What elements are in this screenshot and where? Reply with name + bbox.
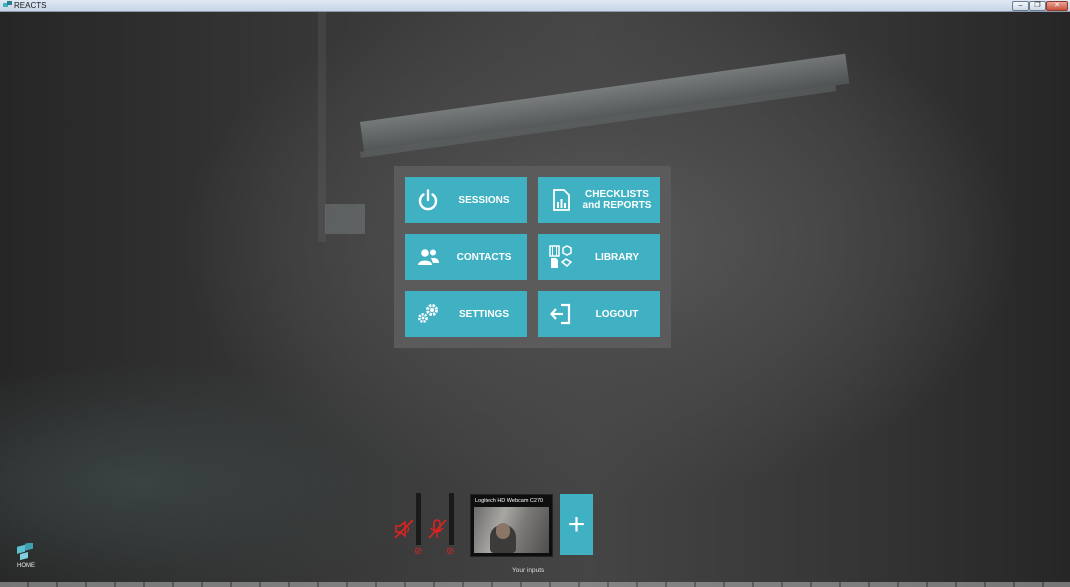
close-button[interactable]: ✕ [1046, 1, 1068, 11]
sessions-button[interactable]: SESSIONS [405, 177, 527, 223]
webcam-face [496, 523, 510, 539]
logout-icon [550, 303, 571, 325]
plus-icon: + [567, 508, 586, 541]
logout-button[interactable]: LOGOUT [538, 291, 660, 337]
sessions-label: SESSIONS [458, 194, 510, 206]
speaker-disabled-icon: ⊘ [414, 546, 423, 557]
app-logo-icon [3, 1, 12, 7]
main-menu-panel: SESSIONS CHECKLISTS and REPORTS CONTACTS [394, 166, 671, 348]
background-beam [360, 53, 850, 152]
window-title-bar: REACTS – ❐ ✕ [0, 0, 1070, 12]
checklists-reports-button[interactable]: CHECKLISTS and REPORTS [538, 177, 660, 223]
logout-label: LOGOUT [595, 308, 639, 320]
checklists-reports-label: CHECKLISTS and REPORTS [574, 177, 660, 223]
library-label: LIBRARY [594, 251, 640, 263]
settings-label: SETTINGS [458, 308, 509, 320]
microphone-level-meter [449, 493, 454, 545]
speaker-muted-icon[interactable] [393, 518, 415, 540]
contacts-button[interactable]: CONTACTS [405, 234, 527, 280]
your-inputs-label: Your inputs [512, 567, 545, 574]
webcam-caption: Logitech HD Webcam C270 [475, 498, 544, 504]
power-icon [418, 189, 438, 211]
bottom-strip [0, 582, 1070, 587]
settings-button[interactable]: SETTINGS [405, 291, 527, 337]
webcam-preview[interactable]: Logitech HD Webcam C270 [470, 494, 553, 557]
window-title: REACTS [14, 1, 47, 10]
people-icon [418, 249, 439, 265]
home-label: HOME [17, 563, 35, 569]
background-clip [325, 204, 365, 234]
home-button[interactable]: HOME [13, 543, 39, 571]
maximize-button[interactable]: ❐ [1029, 1, 1046, 11]
minimize-button[interactable]: – [1012, 1, 1029, 11]
checklists-label-line1: CHECKLISTS [585, 189, 649, 200]
checklists-label-line2: and REPORTS [582, 200, 652, 211]
contacts-label: CONTACTS [456, 251, 512, 263]
microphone-disabled-icon: ⊘ [446, 546, 455, 557]
speaker-level-meter [416, 493, 421, 545]
report-icon [553, 189, 570, 211]
gears-icon [418, 304, 438, 323]
add-input-button[interactable]: + [560, 494, 593, 555]
library-button[interactable]: LIBRARY [538, 234, 660, 280]
webcam-feed [474, 507, 549, 553]
home-logo-icon [17, 543, 33, 561]
media-library-icon [549, 245, 573, 268]
microphone-muted-icon[interactable] [426, 518, 448, 540]
